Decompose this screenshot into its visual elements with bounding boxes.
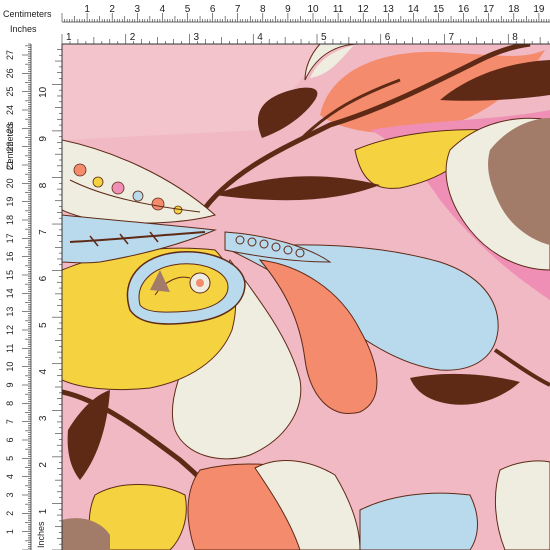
top-cm-number: 4 — [160, 4, 166, 15]
top-inch-number: 3 — [194, 32, 200, 43]
left-cm-number: 12 — [5, 325, 15, 335]
top-ruler: 123456789101112131415161718192021 123456… — [0, 0, 550, 45]
left-cm-number: 26 — [5, 68, 15, 78]
top-cm-number: 16 — [458, 4, 470, 15]
left-inch-number: 6 — [38, 275, 49, 281]
top-cm-number: 11 — [333, 4, 344, 15]
left-cm-number: 17 — [5, 233, 15, 243]
top-ruler-in-label: Inches — [10, 24, 37, 34]
left-inch-number: 2 — [38, 462, 49, 468]
top-cm-number: 6 — [210, 4, 216, 15]
left-ruler-cm-label: Centimeters — [5, 121, 15, 170]
left-cm-number: 10 — [5, 362, 15, 372]
left-inch-number: 4 — [38, 369, 49, 375]
top-cm-number: 10 — [307, 4, 319, 15]
left-inch-number: 3 — [38, 415, 49, 421]
top-cm-number: 8 — [260, 4, 266, 15]
left-cm-number: 19 — [5, 197, 15, 207]
left-cm-number: 24 — [5, 105, 15, 115]
top-cm-number: 1 — [84, 4, 90, 15]
left-cm-number: 18 — [5, 215, 15, 225]
top-cm-number: 19 — [533, 4, 545, 15]
left-cm-number: 8 — [5, 401, 15, 406]
top-cm-number: 9 — [285, 4, 291, 15]
left-cm-number: 16 — [5, 252, 15, 262]
top-ruler-cm-label: Centimeters — [3, 9, 52, 19]
left-cm-number: 4 — [5, 474, 15, 479]
top-inch-number: 4 — [257, 32, 263, 43]
left-inch-number: 1 — [38, 508, 49, 514]
left-ruler: 2726252423222120191817161514131211109876… — [0, 43, 63, 550]
left-inch-number: 10 — [38, 86, 49, 98]
left-cm-number: 27 — [5, 50, 15, 60]
left-cm-number: 3 — [5, 492, 15, 497]
left-cm-number: 13 — [5, 307, 15, 317]
top-inch-number: 2 — [130, 32, 136, 43]
top-inch-number: 8 — [512, 32, 518, 43]
left-cm-number: 5 — [5, 456, 15, 461]
left-ruler-in-label: Inches — [36, 521, 46, 548]
top-inch-number: 6 — [385, 32, 391, 43]
top-cm-number: 3 — [135, 4, 141, 15]
fabric-print — [62, 44, 550, 550]
left-cm-number: 25 — [5, 87, 15, 97]
left-cm-number: 20 — [5, 178, 15, 188]
top-cm-number: 2 — [109, 4, 115, 15]
top-cm-number: 13 — [383, 4, 395, 15]
top-cm-number: 17 — [483, 4, 495, 15]
left-cm-number: 2 — [5, 511, 15, 516]
top-inch-number: 1 — [66, 32, 72, 43]
top-cm-number: 14 — [408, 4, 420, 15]
left-cm-number: 6 — [5, 437, 15, 442]
left-inch-number: 5 — [38, 322, 49, 328]
left-inch-number: 8 — [38, 182, 49, 188]
left-cm-number: 7 — [5, 419, 15, 424]
left-cm-number: 1 — [5, 529, 15, 534]
left-inch-number: 7 — [38, 229, 49, 235]
top-inch-number: 7 — [449, 32, 455, 43]
top-cm-number: 15 — [433, 4, 445, 15]
left-cm-number: 9 — [5, 382, 15, 387]
left-cm-number: 14 — [5, 288, 15, 298]
top-cm-number: 12 — [358, 4, 370, 15]
fabric-swatch-image: 123456789101112131415161718192021 123456… — [0, 0, 550, 550]
left-inch-number: 9 — [38, 136, 49, 142]
left-cm-number: 15 — [5, 270, 15, 280]
left-cm-number: 11 — [5, 344, 15, 353]
top-cm-number: 18 — [508, 4, 520, 15]
top-cm-number: 7 — [235, 4, 241, 15]
top-inch-number: 5 — [321, 32, 327, 43]
top-cm-number: 5 — [185, 4, 191, 15]
